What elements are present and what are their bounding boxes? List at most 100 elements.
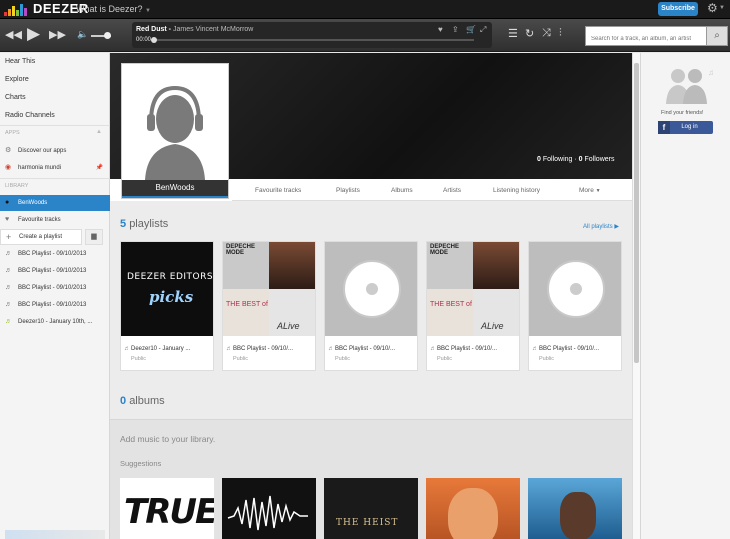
- progress-bar[interactable]: [154, 39, 474, 41]
- playlist-title[interactable]: Deezer10 - January ...: [131, 346, 190, 352]
- tab-albums[interactable]: Albums: [391, 187, 413, 194]
- all-playlists-link[interactable]: All playlists ▶: [583, 223, 619, 230]
- cart-icon[interactable]: 🛒: [466, 25, 476, 34]
- shuffle-icon[interactable]: ⤨: [542, 27, 551, 40]
- nav-charts[interactable]: Charts: [5, 94, 26, 101]
- profile-name: BenWoods: [122, 180, 228, 198]
- find-friends-text: Find your friends!: [661, 110, 704, 116]
- playlist-cover[interactable]: DEPECHE MODE THE BEST of ALive: [427, 242, 519, 336]
- chevron-down-icon[interactable]: ▼: [719, 5, 725, 11]
- scroll-thumb[interactable]: [634, 63, 639, 363]
- now-playing: Red Dust - James Vincent McMorrow 00:00 …: [132, 22, 492, 48]
- scrollbar[interactable]: [632, 53, 640, 539]
- collapse-icon[interactable]: ▲: [96, 129, 102, 135]
- share-icon[interactable]: ⇪: [452, 25, 459, 34]
- cover-tile: THE BEST of: [223, 289, 269, 336]
- nav-hear-this[interactable]: Hear This: [5, 58, 35, 65]
- create-playlist-label: Create a playlist: [19, 234, 63, 240]
- nav-explore[interactable]: Explore: [5, 76, 29, 83]
- apps-section-title: APPS: [5, 130, 20, 136]
- create-playlist-button[interactable]: + Create a playlist: [0, 229, 82, 245]
- sidebar-item-playlist[interactable]: ♬ BBC Playlist - 09/10/2013: [0, 280, 110, 296]
- nav-radio-channels[interactable]: Radio Channels: [5, 112, 55, 119]
- tab-favourite-tracks[interactable]: Favourite tracks: [255, 187, 301, 194]
- followers-label[interactable]: Followers: [585, 156, 615, 163]
- tab-playlists[interactable]: Playlists: [336, 187, 360, 194]
- tab-more[interactable]: More ▼: [579, 187, 601, 194]
- sidebar-item-harmonia-mundi[interactable]: ◉ harmonia mundi 📌: [0, 160, 110, 176]
- playlist-icon: ♬: [532, 346, 538, 352]
- suggestion-album[interactable]: [528, 478, 622, 539]
- playlist-cover[interactable]: [529, 242, 621, 336]
- disc-center: [570, 283, 582, 295]
- subscribe-button[interactable]: Subscribe: [658, 2, 698, 16]
- ad-banner[interactable]: [5, 530, 105, 539]
- next-icon[interactable]: ▶▶: [49, 28, 66, 41]
- equalizer-icon[interactable]: ⫶: [559, 27, 562, 40]
- repeat-icon[interactable]: ↻: [525, 27, 534, 40]
- playlist-card[interactable]: DEEZER EDITORS' picks ♬ Deezer10 - Janua…: [120, 241, 214, 371]
- play-icon[interactable]: ▶: [27, 24, 40, 44]
- suggestion-album[interactable]: [222, 478, 316, 539]
- previous-icon[interactable]: ◀◀: [5, 28, 22, 41]
- tab-listening-history[interactable]: Listening history: [493, 187, 540, 194]
- sidebar-item-playlist[interactable]: ♬ BBC Playlist - 09/10/2013: [0, 263, 110, 279]
- suggestion-album[interactable]: TRUE: [120, 478, 214, 539]
- track-artist[interactable]: James Vincent McMorrow: [173, 26, 253, 33]
- suggestion-album[interactable]: THE HEIST: [324, 478, 418, 539]
- playlist-icon: ♬: [5, 301, 12, 308]
- sidebar-item-label: harmonia mundi: [18, 165, 62, 171]
- playlist-cover[interactable]: DEEZER EDITORS' picks: [121, 242, 213, 336]
- sidebar: Hear This Explore Charts Radio Channels …: [0, 53, 110, 539]
- playlist-card[interactable]: DEPECHE MODE THE BEST of ALive ♬ BBC Pla…: [426, 241, 520, 371]
- playlist-visibility: Public: [131, 356, 146, 362]
- sidebar-item-discover-apps[interactable]: ⚙ Discover our apps: [0, 143, 110, 159]
- heart-icon[interactable]: ♥: [438, 25, 443, 34]
- playlist-title[interactable]: BBC Playlist - 09/10/...: [335, 346, 395, 352]
- search-icon[interactable]: ⌕: [706, 26, 728, 46]
- playlist-card[interactable]: DEPECHE MODE THE BEST of ALive ♬ BBC Pla…: [222, 241, 316, 371]
- sidebar-item-playlist[interactable]: ♬ BBC Playlist - 09/10/2013: [0, 246, 110, 262]
- profile-avatar[interactable]: BenWoods: [121, 63, 229, 199]
- playlist-title[interactable]: BBC Playlist - 09/10/...: [539, 346, 599, 352]
- tab-artists[interactable]: Artists: [443, 187, 461, 194]
- playlist-title[interactable]: BBC Playlist - 09/10/...: [437, 346, 497, 352]
- sidebar-item-label: BenWoods: [18, 200, 48, 206]
- queue-icon[interactable]: ☰: [508, 27, 518, 40]
- gear-icon[interactable]: ⚙: [707, 1, 718, 15]
- following-count: 0: [537, 156, 541, 163]
- playlist-card[interactable]: ♬ BBC Playlist - 09/10/... Public: [324, 241, 418, 371]
- progress-handle[interactable]: [151, 37, 157, 43]
- what-is-deezer-menu[interactable]: What is Deezer? ▼: [76, 4, 151, 14]
- sidebar-item-playlist[interactable]: ♬ BBC Playlist - 09/10/2013: [0, 297, 110, 313]
- cover-text: THE BEST of: [226, 301, 268, 308]
- volume-icon[interactable]: 🔈: [77, 29, 88, 40]
- playlist-title[interactable]: BBC Playlist - 09/10/...: [233, 346, 293, 352]
- profile-tabs: Favourite tracks Playlists Albums Artist…: [232, 179, 632, 201]
- following-label[interactable]: Following: [543, 156, 573, 163]
- track-title: Red Dust: [136, 26, 167, 33]
- pin-icon[interactable]: 📌: [96, 160, 103, 176]
- albums-count: 0: [120, 395, 127, 407]
- volume-handle[interactable]: [104, 32, 111, 39]
- expand-icon[interactable]: ⤢: [480, 25, 486, 35]
- all-playlists-label: All playlists: [583, 224, 613, 230]
- main-content: 0 Following · 0 Followers BenWoods Favou…: [110, 53, 632, 539]
- facebook-login-button[interactable]: f Log in: [658, 121, 713, 134]
- cover-text: DEPECHE MODE: [226, 244, 256, 256]
- folder-icon[interactable]: ▆: [85, 229, 103, 245]
- sidebar-item-favourite-tracks[interactable]: ♥ Favourite tracks: [0, 212, 110, 228]
- sidebar-item-benwoods[interactable]: ● BenWoods: [0, 195, 110, 211]
- playlist-cover[interactable]: [325, 242, 417, 336]
- cover-tile: [269, 242, 315, 289]
- suggestion-album[interactable]: [426, 478, 520, 539]
- sidebar-item-label: BBC Playlist - 09/10/2013: [18, 268, 87, 274]
- playlist-icon: ♬: [124, 346, 130, 352]
- search-input[interactable]: [585, 26, 706, 46]
- library-section-title: LIBRARY: [5, 183, 29, 189]
- playlist-card[interactable]: ♬ BBC Playlist - 09/10/... Public: [528, 241, 622, 371]
- albums-label: albums: [129, 395, 165, 407]
- sidebar-item-playlist[interactable]: ♬ Deezer10 - January 10th, ...: [0, 314, 110, 330]
- default-user-icon: [122, 64, 228, 180]
- playlist-cover[interactable]: DEPECHE MODE THE BEST of ALive: [223, 242, 315, 336]
